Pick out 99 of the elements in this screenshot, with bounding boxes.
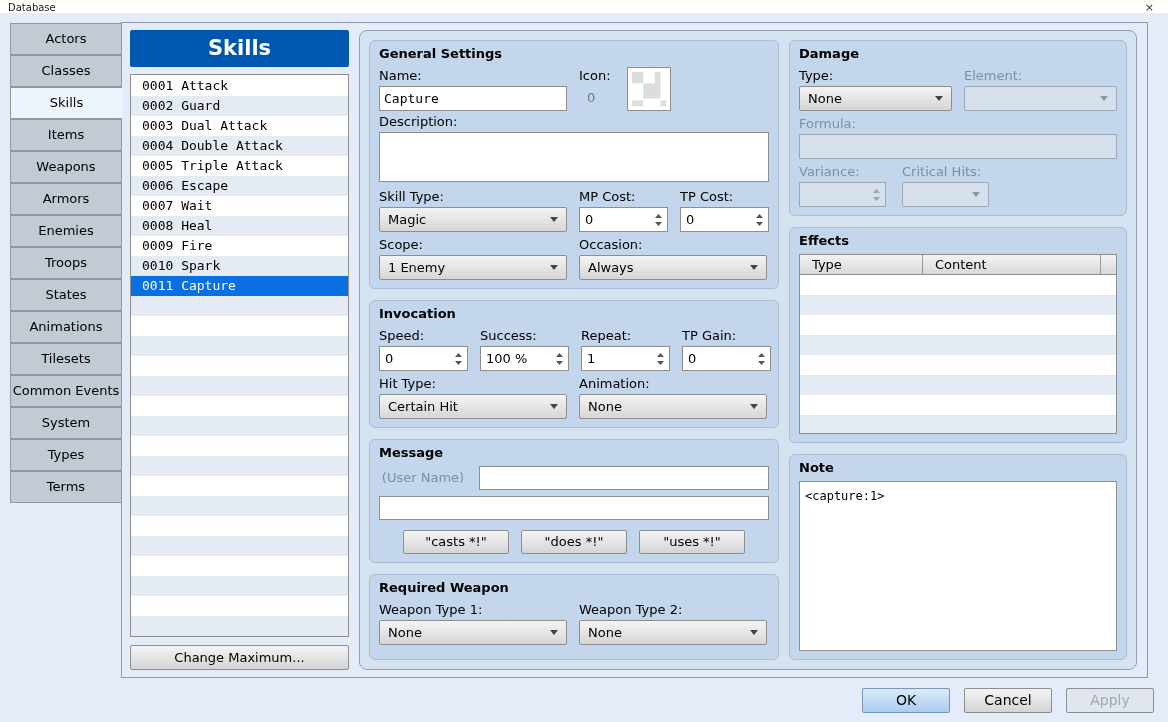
field-label: Description: bbox=[379, 113, 459, 130]
tab[interactable]: Items bbox=[10, 119, 121, 151]
field-label: Skill Type: bbox=[379, 188, 445, 205]
field-label: Success: bbox=[480, 327, 538, 344]
list-item[interactable]: 0004 Double Attack bbox=[131, 136, 348, 156]
tab[interactable]: Tilesets bbox=[10, 343, 121, 375]
tab[interactable]: Classes bbox=[10, 55, 121, 87]
dropdown-select[interactable]: 1 Enemy bbox=[379, 255, 567, 280]
tab[interactable]: Troops bbox=[10, 247, 121, 279]
list-item[interactable]: 0010 Spark bbox=[131, 256, 348, 276]
spinner-arrows-icon bbox=[655, 212, 662, 227]
icon-preview[interactable] bbox=[626, 67, 671, 111]
tab[interactable]: Common Events bbox=[10, 375, 121, 407]
message-field[interactable] bbox=[479, 466, 769, 490]
number-field[interactable]: 0 bbox=[680, 207, 769, 232]
field-label: Variance: bbox=[799, 163, 861, 180]
tab[interactable]: Actors bbox=[10, 23, 121, 55]
message-template-button[interactable]: "uses *!" bbox=[639, 530, 745, 554]
tab[interactable]: Armors bbox=[10, 183, 121, 215]
group-title: General Settings bbox=[379, 45, 504, 63]
tab[interactable]: Types bbox=[10, 439, 121, 471]
dropdown-caret-icon bbox=[935, 96, 943, 101]
field-label: MP Cost: bbox=[579, 188, 637, 205]
tab[interactable]: Terms bbox=[10, 471, 121, 503]
field-label: Repeat: bbox=[581, 327, 633, 344]
dropdown-caret-icon bbox=[550, 404, 558, 409]
field-label: Hit Type: bbox=[379, 375, 437, 392]
number-field[interactable]: 0 bbox=[682, 346, 771, 371]
dropdown-caret-icon bbox=[972, 192, 980, 197]
column-header[interactable]: Content bbox=[923, 255, 1101, 274]
tab[interactable]: Animations bbox=[10, 311, 121, 343]
dialog-button[interactable]: Cancel bbox=[964, 688, 1052, 713]
field-label: Animation: bbox=[579, 375, 651, 392]
dropdown-caret-icon bbox=[550, 217, 558, 222]
list-item[interactable]: 0002 Guard bbox=[131, 96, 348, 116]
window-title: Database bbox=[8, 2, 56, 13]
tab[interactable]: Skills bbox=[10, 87, 122, 119]
close-button[interactable]: × bbox=[1144, 2, 1154, 13]
field-label: Element: bbox=[964, 67, 1024, 84]
user-name-label: (User Name) bbox=[380, 469, 466, 488]
spinner-arrows-icon bbox=[455, 351, 462, 366]
field-label: Weapon Type 1: bbox=[379, 601, 484, 618]
field-label: Critical Hits: bbox=[902, 163, 983, 180]
number-field[interactable]: 100 % bbox=[480, 346, 569, 371]
field-label: Name: bbox=[379, 67, 423, 84]
text-field[interactable]: Capture bbox=[379, 86, 567, 111]
field-label: Type: bbox=[799, 67, 835, 84]
field-label: Scope: bbox=[379, 236, 424, 253]
list-item[interactable]: 0006 Escape bbox=[131, 176, 348, 196]
dropdown-caret-icon bbox=[550, 630, 558, 635]
list-header: Skills bbox=[130, 30, 349, 67]
dropdown-caret-icon bbox=[750, 630, 758, 635]
tab[interactable]: Enemies bbox=[10, 215, 121, 247]
dropdown-select[interactable]: None bbox=[379, 620, 567, 645]
spinner-arrows-icon bbox=[657, 351, 664, 366]
dropdown-select[interactable]: None bbox=[579, 620, 767, 645]
group-title: Required Weapon bbox=[379, 579, 510, 597]
number-field[interactable]: 0 bbox=[379, 346, 468, 371]
dropdown-caret-icon bbox=[1100, 96, 1108, 101]
dropdown-select[interactable]: Magic bbox=[379, 207, 567, 232]
note-field[interactable]: <capture:1> bbox=[799, 481, 1117, 651]
field-label: Icon: bbox=[579, 67, 611, 84]
number-field[interactable]: 0 bbox=[579, 207, 668, 232]
spinner-arrows-icon bbox=[758, 351, 765, 366]
list-item[interactable]: 0008 Heal bbox=[131, 216, 348, 236]
tab[interactable]: States bbox=[10, 279, 121, 311]
message-field[interactable] bbox=[379, 496, 769, 520]
group-title: Damage bbox=[799, 45, 860, 63]
field-label: TP Cost: bbox=[680, 188, 735, 205]
group-title: Invocation bbox=[379, 305, 457, 323]
tab[interactable]: System bbox=[10, 407, 121, 439]
message-template-button[interactable]: "does *!" bbox=[521, 530, 627, 554]
field-label: Weapon Type 2: bbox=[579, 601, 684, 618]
number-field[interactable]: 1 bbox=[581, 346, 670, 371]
field-label: TP Gain: bbox=[682, 327, 738, 344]
tab[interactable]: Weapons bbox=[10, 151, 121, 183]
dropdown-select[interactable]: None bbox=[579, 394, 767, 419]
field-label: Speed: bbox=[379, 327, 426, 344]
dropdown-select[interactable]: Certain Hit bbox=[379, 394, 567, 419]
dropdown-select[interactable]: Always bbox=[579, 255, 767, 280]
dropdown-caret-icon bbox=[750, 404, 758, 409]
dropdown-caret-icon bbox=[750, 265, 758, 270]
dropdown-caret-icon bbox=[550, 265, 558, 270]
field-label: Formula: bbox=[799, 115, 857, 132]
change-maximum-button[interactable]: Change Maximum... bbox=[130, 645, 349, 670]
dropdown-select[interactable]: None bbox=[799, 86, 952, 111]
message-template-button[interactable]: "casts *!" bbox=[403, 530, 509, 554]
spinner-arrows-icon bbox=[756, 212, 763, 227]
group-title: Message bbox=[379, 444, 445, 462]
column-header[interactable]: Type bbox=[800, 255, 923, 274]
field-label: Occasion: bbox=[579, 236, 644, 253]
description-field[interactable] bbox=[379, 132, 769, 182]
dialog-button[interactable]: OK bbox=[862, 688, 950, 713]
spinner-arrows-icon bbox=[556, 351, 563, 366]
list-item[interactable]: 0011 Capture bbox=[131, 276, 348, 296]
icon-index: 0 bbox=[586, 89, 597, 107]
group-title: Note bbox=[799, 459, 835, 477]
group-title: Effects bbox=[799, 232, 850, 250]
spinner-arrows-icon bbox=[873, 187, 880, 202]
